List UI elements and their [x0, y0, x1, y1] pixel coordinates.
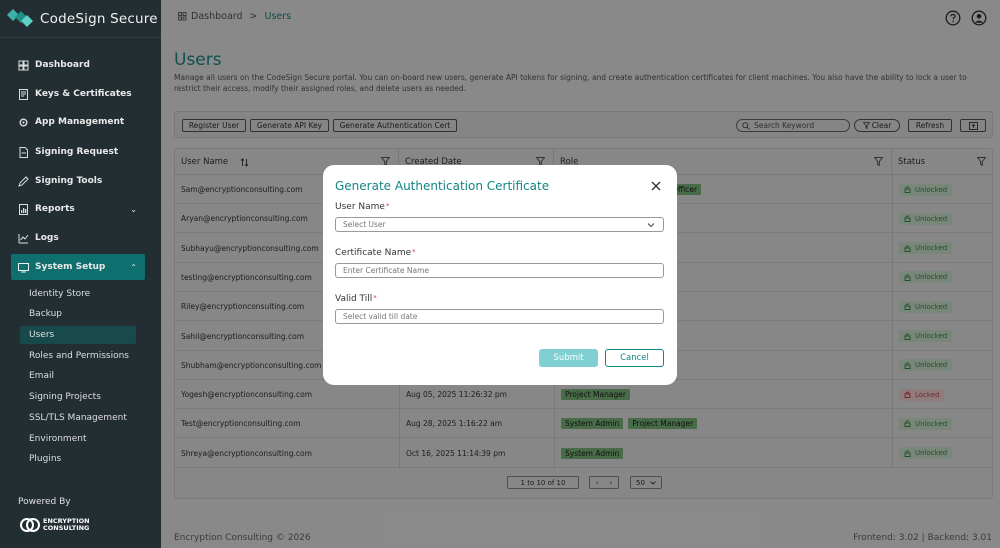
sidebar-item-label: Keys & Certificates [35, 89, 132, 99]
required-mark: * [412, 248, 416, 256]
sidebar-item-label: Dashboard [35, 60, 90, 70]
subitem-label: Email [29, 371, 54, 381]
modal-title: Generate Authentication Certificate [335, 179, 550, 193]
sidebar-item-label: Signing Tools [35, 176, 103, 186]
chevron-up-icon: ⌃ [130, 262, 137, 272]
sidebar-item-reports[interactable]: Reports ⌄ [11, 197, 145, 221]
certificate-name-field[interactable]: Enter Certificate Name [335, 263, 664, 278]
subitem-label: Plugins [29, 454, 62, 464]
chevron-down-icon: ⌄ [130, 204, 137, 214]
certificate-name-label: Certificate Name* [335, 248, 416, 258]
ec-logo-icon [20, 518, 40, 532]
generate-auth-cert-modal: Generate Authentication Certificate User… [323, 165, 677, 385]
label-text: Certificate Name [335, 248, 412, 258]
encryption-consulting-logo: ENCRYPTION CONSULTING [20, 517, 90, 533]
subitem-label: Identity Store [29, 289, 91, 299]
sidebar-subitem-ssl-tls[interactable]: SSL/TLS Management [20, 409, 136, 427]
sidebar-item-label: App Management [35, 117, 125, 127]
sidebar-item-label: System Setup [35, 262, 106, 272]
sidebar-item-signing-request[interactable]: Signing Request [11, 140, 145, 164]
subitem-label: Backup [29, 309, 62, 319]
sidebar-item-system-setup[interactable]: System Setup ⌃ [11, 254, 145, 280]
chevron-down-icon [647, 223, 655, 228]
sidebar: CodeSign Secure Dashboard Keys & Certifi… [0, 0, 161, 548]
pen-icon [18, 175, 29, 187]
settings-icon [18, 262, 29, 272]
user-select-placeholder: Select User [343, 220, 386, 229]
user-select[interactable]: Select User [335, 217, 664, 232]
label-text: Valid Till [335, 294, 373, 304]
certificate-icon [19, 88, 28, 100]
required-mark: * [373, 294, 377, 302]
logs-icon [18, 233, 29, 243]
subitem-label: Roles and Permissions [29, 351, 129, 361]
codesign-logo-icon [7, 8, 33, 27]
powered-by-label: Powered By [18, 497, 71, 507]
sidebar-item-dashboard[interactable]: Dashboard [11, 53, 145, 77]
sidebar-subitem-email[interactable]: Email [20, 367, 136, 385]
ec-logo-line2: CONSULTING [43, 524, 90, 532]
sidebar-subitem-plugins[interactable]: Plugins [20, 450, 136, 468]
gear-icon [19, 118, 28, 126]
document-icon [19, 146, 28, 158]
required-mark: * [385, 202, 390, 210]
cancel-button[interactable]: Cancel [605, 349, 664, 367]
sidebar-subitem-environment[interactable]: Environment [20, 430, 136, 448]
sidebar-subitem-users[interactable]: Users [20, 326, 136, 344]
dashboard-icon [18, 60, 29, 70]
report-icon [19, 203, 28, 215]
subitem-label: Environment [29, 434, 87, 444]
sidebar-subitem-signing-projects[interactable]: Signing Projects [20, 388, 136, 406]
sidebar-item-label: Logs [35, 233, 59, 243]
sidebar-item-label: Reports [35, 204, 75, 214]
sidebar-item-signing-tools[interactable]: Signing Tools [11, 169, 145, 193]
subitem-label: Users [29, 330, 55, 340]
close-icon[interactable] [651, 181, 661, 191]
sidebar-subitem-identity-store[interactable]: Identity Store [20, 285, 136, 303]
label-text: User Name [335, 202, 385, 212]
sidebar-subitem-roles-permissions[interactable]: Roles and Permissions [20, 347, 136, 365]
valid-till-placeholder: Select valid till date [343, 312, 418, 321]
sidebar-subitem-backup[interactable]: Backup [20, 305, 136, 323]
submit-button[interactable]: Submit [539, 349, 598, 367]
subitem-label: Signing Projects [29, 392, 101, 402]
brand[interactable]: CodeSign Secure [0, 0, 161, 38]
sidebar-item-logs[interactable]: Logs [11, 226, 145, 250]
valid-till-label: Valid Till* [335, 294, 377, 304]
brand-name: CodeSign Secure [40, 10, 158, 27]
valid-till-date-field[interactable]: Select valid till date [335, 309, 664, 324]
certificate-name-placeholder: Enter Certificate Name [343, 266, 429, 275]
user-name-label: User Name* [335, 202, 389, 212]
subitem-label: SSL/TLS Management [29, 413, 127, 423]
sidebar-item-app-management[interactable]: App Management [11, 110, 145, 134]
sidebar-item-label: Signing Request [35, 147, 119, 157]
sidebar-item-keys-certificates[interactable]: Keys & Certificates [11, 82, 145, 106]
